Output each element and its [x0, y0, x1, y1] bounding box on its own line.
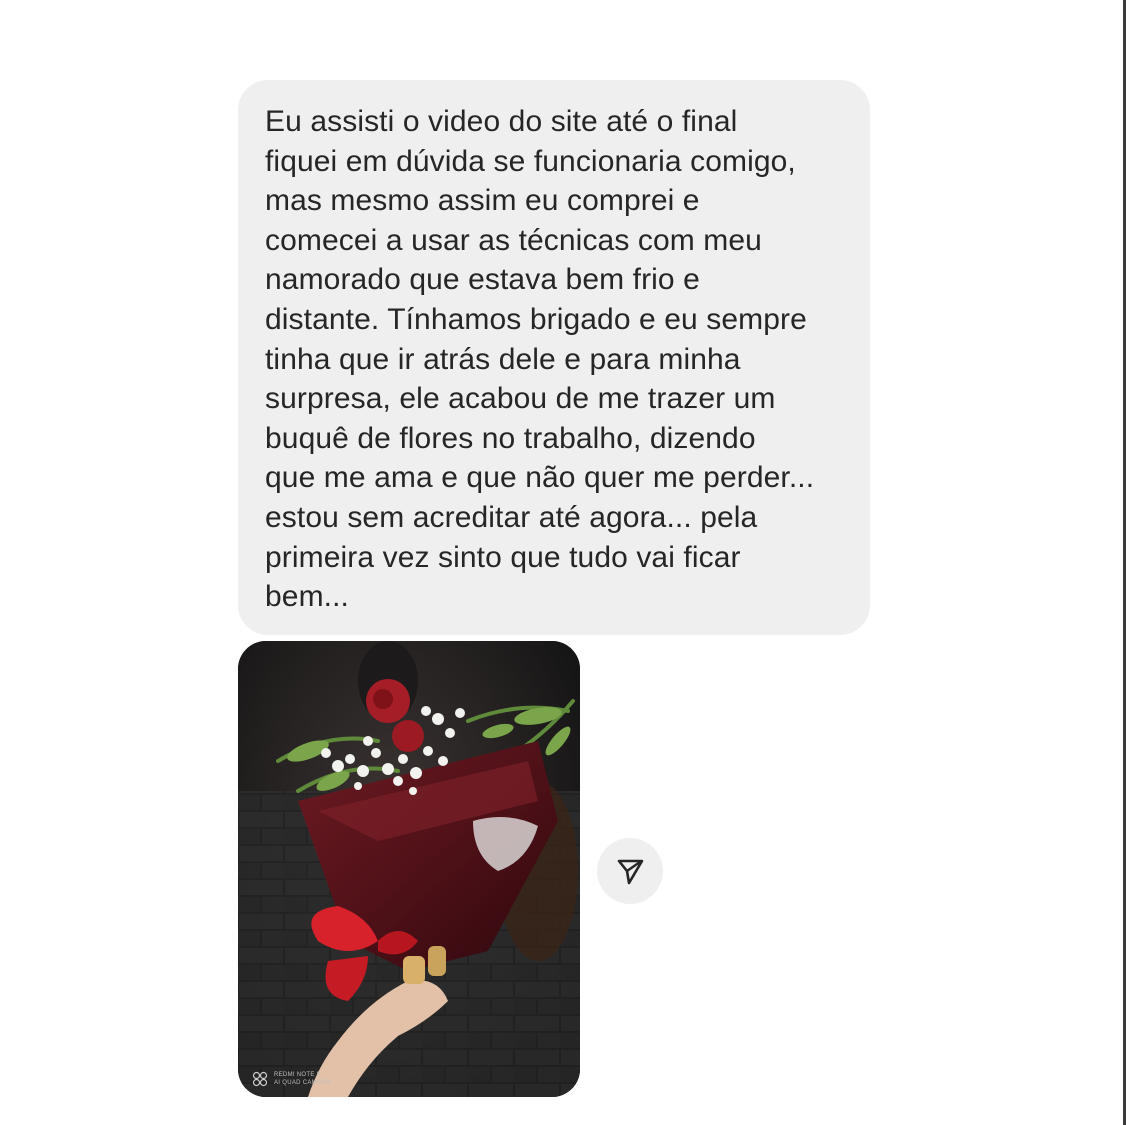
share-button[interactable] [597, 838, 663, 904]
message-bubble[interactable]: Eu assisti o video do site até o final f… [238, 80, 870, 635]
quad-camera-icon [252, 1071, 268, 1087]
bouquet-photo-image [238, 641, 580, 1097]
attached-photo[interactable]: REDMI NOTE 8 AI QUAD CAMERA [238, 641, 580, 1097]
camera-watermark: REDMI NOTE 8 AI QUAD CAMERA [252, 1071, 330, 1087]
message-text: Eu assisti o video do site até o final f… [265, 105, 815, 614]
send-icon [617, 859, 644, 885]
chat-screen: Eu assisti o video do site até o final f… [0, 0, 1126, 1125]
camera-watermark-text: REDMI NOTE 8 AI QUAD CAMERA [274, 1072, 331, 1086]
